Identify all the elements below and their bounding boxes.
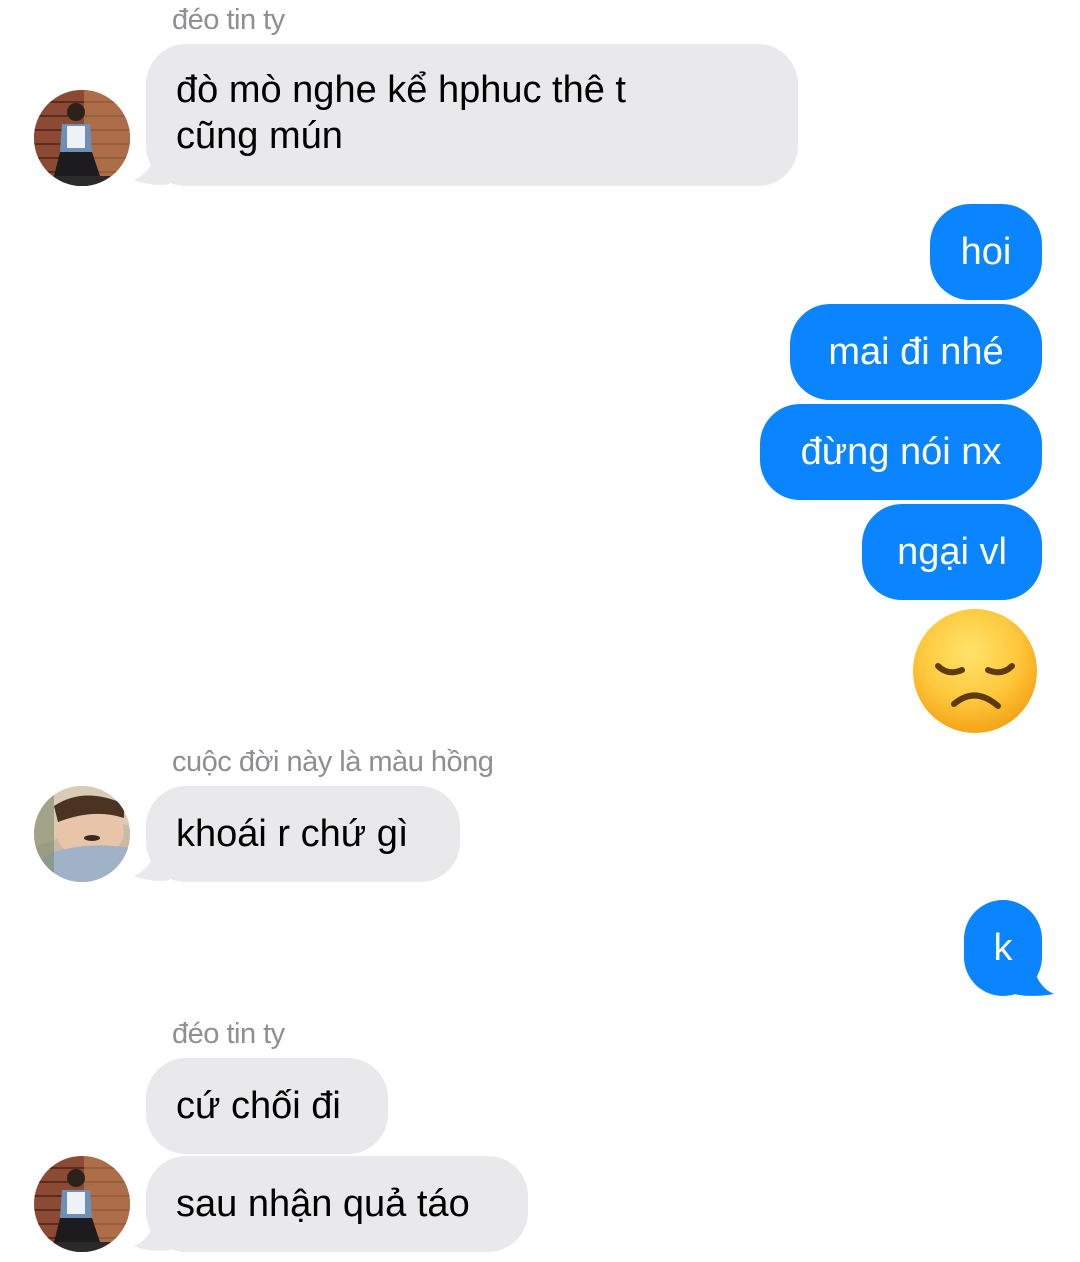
sender-name: đéo tin ty [172, 1018, 285, 1050]
disappointed-face-emoji[interactable] [912, 608, 1038, 734]
message-bubble-incoming[interactable]: cứ chối đi [146, 1058, 388, 1154]
message-bubble-outgoing[interactable]: ngại vl [862, 504, 1042, 600]
message-bubble-outgoing[interactable]: mai đi nhé [790, 304, 1042, 400]
message-bubble-incoming[interactable]: đò mò nghe kể hphuc thê t cũng mún [146, 44, 798, 186]
avatar-deo-tin-ty[interactable] [34, 90, 130, 186]
message-bubble-outgoing[interactable]: đừng nói nx [760, 404, 1042, 500]
sender-name: đéo tin ty [172, 4, 285, 36]
message-text: hoi [960, 231, 1012, 273]
avatar-photo [34, 1156, 130, 1252]
message-bubble-incoming[interactable]: sau nhận quả táo [146, 1156, 528, 1252]
message-text: đừng nói nx [800, 431, 1002, 473]
avatar-photo [34, 786, 130, 882]
avatar-deo-tin-ty[interactable] [34, 1156, 130, 1252]
avatar-cuoc-doi-nay-la-mau-hong[interactable] [34, 786, 130, 882]
bubble-tail [1014, 960, 1054, 996]
message-bubble-incoming[interactable]: khoái r chứ gì [146, 786, 460, 882]
message-bubble-outgoing[interactable]: hoi [930, 204, 1042, 300]
message-text: k [993, 927, 1013, 969]
message-text: sau nhận quả táo [176, 1183, 470, 1225]
message-text: cứ chối đi [176, 1085, 341, 1127]
avatar-photo [34, 90, 130, 186]
message-text: mai đi nhé [828, 331, 1004, 373]
message-text: ngại vl [897, 531, 1007, 573]
chat-thread: đéo tin ty đò mò nghe kể hphuc thê t cũn… [0, 0, 1080, 1262]
message-text: đò mò nghe kể hphuc thê t cũng mún [176, 69, 626, 157]
sender-name: cuộc đời này là màu hồng [172, 746, 494, 778]
message-text: khoái r chứ gì [176, 813, 409, 855]
